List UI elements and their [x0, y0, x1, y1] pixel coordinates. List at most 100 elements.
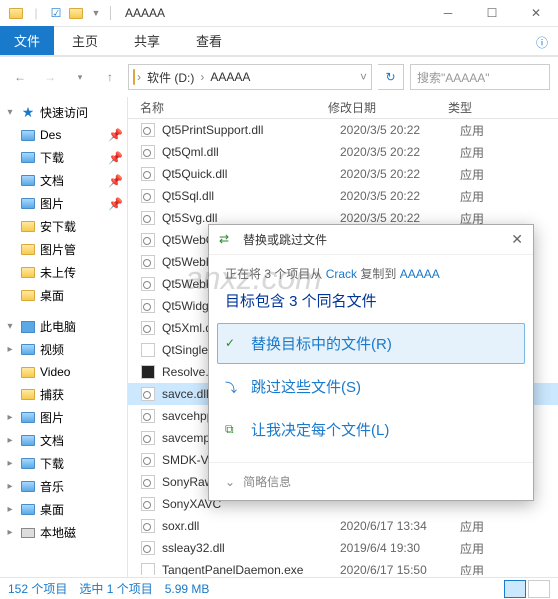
file-icon [140, 342, 156, 358]
sidebar-item[interactable]: ▾此电脑 [0, 315, 127, 338]
search-input[interactable]: 搜索"AAAAA" [410, 64, 550, 90]
file-row[interactable]: ssleay32.dll2019/6/4 19:30应用 [128, 537, 558, 559]
tab-view[interactable]: 查看 [178, 26, 240, 55]
breadcrumb-seg[interactable]: 软件 (D:) [143, 69, 198, 86]
refresh-button[interactable]: ↻ [378, 64, 404, 90]
decide-option[interactable]: ⧉ 让我决定每个文件(L) [217, 409, 525, 450]
sidebar-item[interactable]: Des📌 [0, 124, 127, 146]
file-icon [140, 298, 156, 314]
folder-blue-icon [20, 410, 36, 426]
folder-icon[interactable] [68, 5, 84, 21]
file-icon [140, 276, 156, 292]
file-icon [140, 254, 156, 270]
file-name: Qt5Quick.dll [162, 167, 340, 181]
divider-icon: | [28, 5, 44, 21]
expand-icon[interactable]: ▸ [4, 344, 16, 355]
chevron-icon[interactable]: › [198, 70, 206, 84]
folder-icon [20, 242, 36, 258]
file-row[interactable]: TangentPanelDaemon.exe2020/6/17 15:50应用 [128, 559, 558, 575]
replace-option[interactable]: ✓ 替换目标中的文件(R) [217, 323, 525, 364]
sidebar-item[interactable]: 捕获 [0, 383, 127, 406]
col-name[interactable]: 名称 [128, 99, 328, 116]
folder-blue-icon [20, 196, 36, 212]
folder-blue-icon [20, 342, 36, 358]
file-name: Qt5Svg.dll [162, 211, 340, 225]
maximize-button[interactable]: ☐ [470, 0, 514, 27]
minimize-button[interactable]: ─ [426, 0, 470, 27]
expand-icon[interactable]: ▸ [4, 412, 16, 423]
item-count: 152 个项目 [8, 580, 67, 597]
sidebar-item[interactable]: 桌面 [0, 284, 127, 307]
sidebar-item[interactable]: 图片管 [0, 238, 127, 261]
file-tab[interactable]: 文件 [0, 26, 54, 55]
sidebar-item[interactable]: ▾★快速访问 [0, 101, 127, 124]
file-icon [140, 386, 156, 402]
breadcrumb-seg[interactable]: AAAAA [206, 70, 254, 84]
sidebar-item[interactable]: ▸桌面 [0, 498, 127, 521]
sidebar-item[interactable]: 下载📌 [0, 146, 127, 169]
sidebar-item[interactable]: Video [0, 361, 127, 383]
sidebar-item[interactable]: 图片📌 [0, 192, 127, 215]
check-icon[interactable]: ☑ [48, 5, 64, 21]
col-type[interactable]: 类型 [448, 99, 508, 116]
skip-option[interactable]: ⤵ 跳过这些文件(S) [217, 366, 525, 407]
sidebar-item[interactable]: ▸文档 [0, 429, 127, 452]
sidebar-item[interactable]: 文档📌 [0, 169, 127, 192]
close-button[interactable]: ✕ [514, 0, 558, 27]
breadcrumb[interactable]: › 软件 (D:) › AAAAA ˅ [128, 64, 372, 90]
details-toggle[interactable]: 简略信息 [243, 473, 291, 490]
sidebar-label: 捕获 [40, 386, 64, 403]
sidebar-label: 图片管 [40, 241, 76, 258]
file-icon [140, 364, 156, 380]
sidebar-item[interactable]: 未上传 [0, 261, 127, 284]
sidebar-label: 安下载 [40, 218, 76, 235]
sidebar-item[interactable]: 安下载 [0, 215, 127, 238]
help-icon[interactable]: ⓘ [526, 30, 558, 55]
selection-info: 选中 1 个项目 [79, 580, 152, 597]
file-row[interactable]: Qt5Qml.dll2020/3/5 20:22应用 [128, 141, 558, 163]
file-date: 2020/6/17 13:34 [340, 519, 460, 533]
tab-home[interactable]: 主页 [54, 26, 116, 55]
recent-button[interactable]: ▾ [68, 65, 92, 89]
pin-icon: 📌 [108, 151, 123, 165]
file-row[interactable]: soxr.dll2020/6/17 13:34应用 [128, 515, 558, 537]
expand-icon[interactable]: ▸ [4, 435, 16, 446]
expand-icon[interactable]: ▾ [4, 321, 16, 332]
sidebar-label: 桌面 [40, 287, 64, 304]
icons-view-button[interactable] [528, 580, 550, 598]
forward-button[interactable]: → [38, 65, 62, 89]
sidebar-item[interactable]: ▸本地磁 [0, 521, 127, 544]
expand-icon[interactable]: ▸ [4, 527, 16, 538]
expand-icon[interactable]: ▸ [4, 504, 16, 515]
expand-icon[interactable]: ▸ [4, 481, 16, 492]
file-row[interactable]: Qt5Sql.dll2020/3/5 20:22应用 [128, 185, 558, 207]
dropdown-icon[interactable]: ˅ [360, 70, 367, 84]
file-icon [140, 122, 156, 138]
skip-icon: ⤵ [225, 379, 241, 395]
folder-blue-icon [20, 433, 36, 449]
expand-icon[interactable]: ▸ [4, 458, 16, 469]
column-headers[interactable]: 名称 修改日期 类型 [128, 97, 558, 119]
chevron-icon[interactable]: › [135, 70, 143, 84]
sidebar-item[interactable]: ▸视频 [0, 338, 127, 361]
expand-icon[interactable]: ▾ [4, 107, 16, 118]
dialog-message: 正在将 3 个项目从 Crack 复制到 AAAAA [225, 265, 517, 282]
selection-size: 5.99 MB [165, 582, 210, 596]
dropdown-icon[interactable]: ▼ [88, 5, 104, 21]
copy-icon: ⇄ [219, 232, 235, 248]
file-icon [140, 540, 156, 556]
sidebar-item[interactable]: ▸音乐 [0, 475, 127, 498]
col-date[interactable]: 修改日期 [328, 99, 448, 116]
up-button[interactable]: ↑ [98, 65, 122, 89]
dialog-close-button[interactable]: ✕ [511, 231, 523, 248]
sidebar-item[interactable]: ▸下载 [0, 452, 127, 475]
tab-share[interactable]: 共享 [116, 26, 178, 55]
file-row[interactable]: Qt5Quick.dll2020/3/5 20:22应用 [128, 163, 558, 185]
replace-dialog: ⇄ 替换或跳过文件 ✕ 正在将 3 个项目从 Crack 复制到 AAAAA 目… [208, 224, 534, 501]
details-view-button[interactable] [504, 580, 526, 598]
back-button[interactable]: ← [8, 65, 32, 89]
sidebar-item[interactable]: ▸图片 [0, 406, 127, 429]
file-date: 2020/3/5 20:22 [340, 189, 460, 203]
expand-icon[interactable]: ⌄ [225, 475, 235, 489]
file-row[interactable]: Qt5PrintSupport.dll2020/3/5 20:22应用 [128, 119, 558, 141]
